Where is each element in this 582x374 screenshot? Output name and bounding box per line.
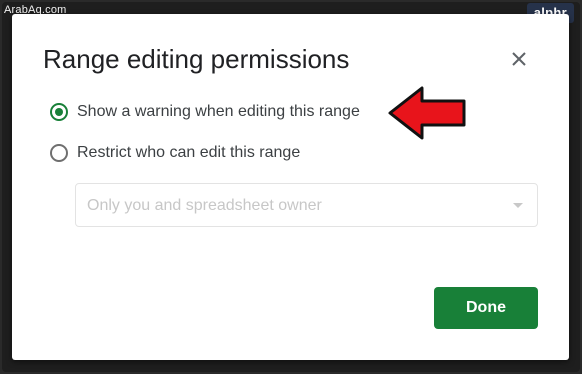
close-icon — [512, 52, 526, 66]
radio-show-warning[interactable] — [50, 103, 68, 121]
editors-select[interactable]: Only you and spreadsheet owner — [75, 183, 538, 227]
dropdown-caret-icon — [513, 203, 523, 208]
range-editing-permissions-dialog: Range editing permissions Show a warning… — [12, 14, 569, 360]
done-button[interactable]: Done — [434, 287, 538, 329]
option-restrict-editing-label: Restrict who can edit this range — [77, 144, 301, 161]
editors-select-value: Only you and spreadsheet owner — [87, 197, 322, 214]
red-arrow-annotation — [388, 86, 466, 140]
option-show-warning-label: Show a warning when editing this range — [77, 103, 360, 120]
dialog-title: Range editing permissions — [43, 44, 350, 74]
option-restrict-editing[interactable]: Restrict who can edit this range — [50, 144, 300, 162]
radio-restrict-editing[interactable] — [50, 144, 68, 162]
option-show-warning[interactable]: Show a warning when editing this range — [50, 103, 360, 121]
close-button[interactable] — [508, 48, 530, 70]
